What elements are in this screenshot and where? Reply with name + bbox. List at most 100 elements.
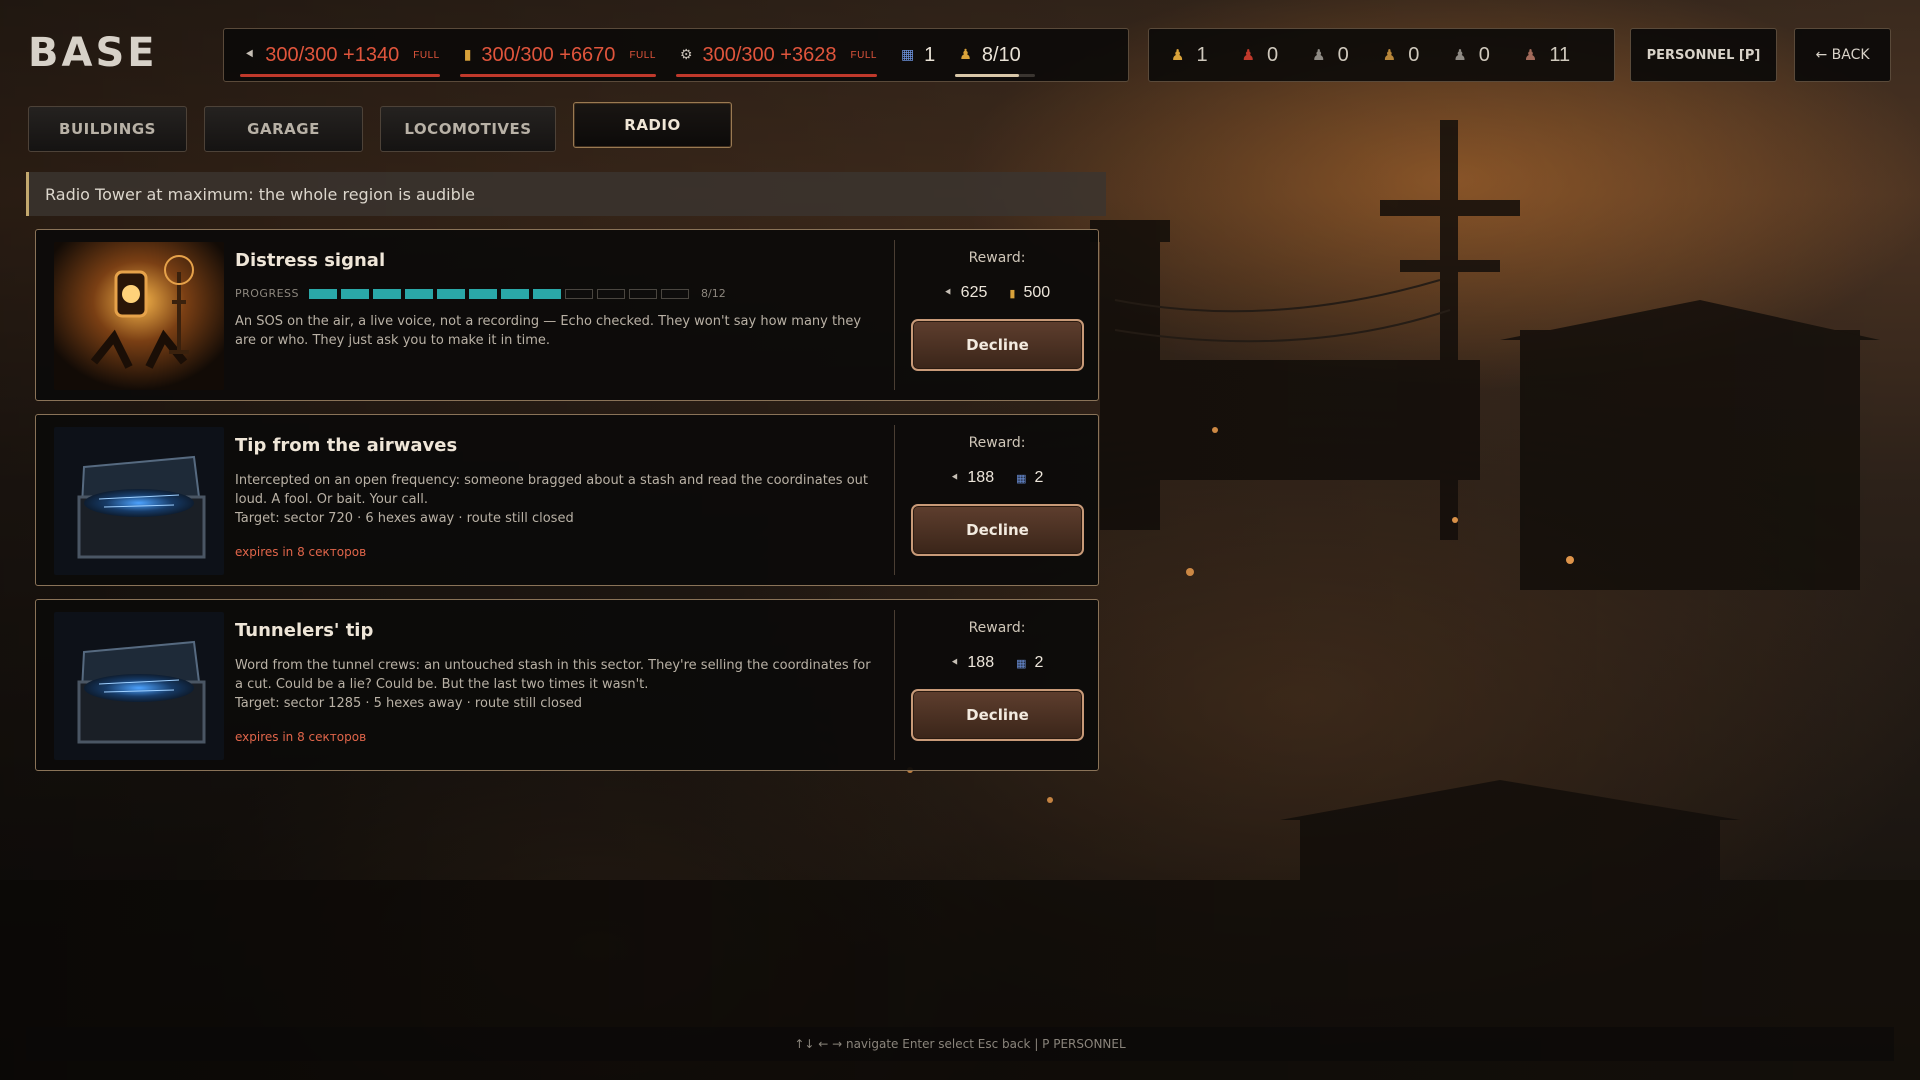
page-title: BASE	[28, 30, 158, 76]
tab-radio[interactable]: RADIO	[573, 102, 732, 148]
progress-segment	[469, 288, 498, 299]
progress-segment	[501, 288, 530, 299]
tab-locomotives[interactable]: LOCOMOTIVES	[380, 106, 556, 152]
decline-button[interactable]: Decline	[911, 319, 1084, 371]
reward-amount: 2	[1034, 654, 1044, 671]
crew-worker: ♟ 1	[1171, 44, 1208, 67]
fuel-icon: ▮	[463, 47, 472, 63]
reward-amount: 188	[967, 654, 995, 671]
progress-segment	[405, 288, 434, 299]
progress-count: 8/12	[701, 287, 726, 300]
mission-card-distress-signal[interactable]: Distress signal PROGRESS 8/12 An SOS on …	[35, 229, 1099, 401]
reward-label: Reward:	[968, 250, 1026, 266]
progress-segment	[629, 288, 658, 299]
mission-card-tunnelers-tip[interactable]: Tunnelers' tip Word from the tunnel crew…	[35, 599, 1099, 771]
reward-values: ⯇ 188 ▦ 2	[894, 654, 1100, 672]
progress-segment	[437, 288, 466, 299]
scrap-icon: ⯇	[244, 47, 256, 63]
mission-card-tip-from-airwaves[interactable]: Tip from the airwaves Intercepted on an …	[35, 414, 1099, 586]
resource-value: 8/10	[981, 43, 1021, 66]
progress-segments	[309, 288, 693, 299]
reward-values: ⯇ 625 ▮ 500	[894, 284, 1100, 302]
full-badge: FULL	[413, 49, 440, 61]
mission-expiry: expires in 8 секторов	[235, 730, 367, 744]
capacity-bar	[459, 74, 656, 77]
resource-parts: ⚙ 300/300 +3628 FULL	[675, 29, 877, 81]
tab-garage[interactable]: GARAGE	[204, 106, 363, 152]
map-icon: ▦	[1016, 657, 1027, 670]
crew-count: 0	[1478, 43, 1490, 66]
personnel-button[interactable]: PERSONNEL [P]	[1630, 28, 1777, 82]
treasure-chest-map-icon	[54, 427, 224, 575]
controls-hint-bar: ↑↓ ← → navigate Enter select Esc back | …	[26, 1027, 1894, 1061]
reward-values: ⯇ 188 ▦ 2	[894, 469, 1100, 487]
resource-scrap: ⯇ 300/300 +1340 FULL	[240, 29, 440, 81]
resource-population: ♟ 8/10	[955, 29, 1036, 81]
resource-value: 1	[924, 43, 936, 66]
mission-title: Distress signal	[235, 250, 386, 271]
crew-count: 0	[1337, 43, 1349, 66]
mission-target: Target: sector 1285 · 5 hexes away · rou…	[235, 696, 582, 711]
progress-segment	[341, 288, 370, 299]
gear-parts-icon: ⚙	[679, 47, 693, 63]
treasure-chest-map-icon	[54, 612, 224, 760]
mission-progress: PROGRESS 8/12	[235, 287, 726, 300]
progress-segment	[373, 288, 402, 299]
crew-count: 0	[1408, 43, 1420, 66]
progress-segment	[597, 288, 626, 299]
crew-soldier: ♟ 0	[1242, 44, 1279, 67]
reward-amount: 188	[967, 469, 995, 486]
tab-buildings[interactable]: BUILDINGS	[28, 106, 187, 152]
crew-medic: ♟ 0	[1453, 44, 1490, 67]
reward-label: Reward:	[968, 620, 1026, 636]
resource-maps: ▦ 1	[901, 29, 935, 81]
progress-label: PROGRESS	[235, 287, 300, 300]
scout-icon: ♟	[1382, 46, 1397, 64]
progress-segment	[661, 288, 690, 299]
reward-amount: 500	[1023, 284, 1051, 301]
full-badge: FULL	[629, 49, 656, 61]
crew-engineer: ♟ 0	[1312, 44, 1349, 67]
crew-civilian: ♟ 11	[1524, 44, 1570, 67]
resource-value: 300/300 +6670	[481, 43, 616, 66]
progress-segment	[309, 288, 338, 299]
mission-description: Intercepted on an open frequency: someon…	[235, 473, 868, 507]
back-button[interactable]: ← BACK	[1794, 28, 1891, 82]
engineer-icon: ♟	[1312, 46, 1326, 64]
scrap-icon: ⯇	[943, 286, 953, 299]
mission-title: Tunnelers' tip	[235, 620, 374, 641]
map-icon: ▦	[900, 47, 915, 63]
crew-scout: ♟ 0	[1383, 44, 1420, 67]
lantern-radio-tower-icon	[54, 242, 224, 390]
fuel-icon: ▮	[1009, 287, 1016, 300]
capacity-bar	[240, 74, 440, 77]
map-icon: ▦	[1016, 472, 1027, 485]
decline-button[interactable]: Decline	[911, 504, 1084, 556]
mission-target: Target: sector 720 · 6 hexes away · rout…	[235, 511, 574, 526]
civilian-icon: ♟	[1523, 46, 1538, 64]
crew-bar: ♟ 1 ♟ 0 ♟ 0 ♟ 0 ♟ 0 ♟ 11	[1148, 28, 1615, 82]
mission-title: Tip from the airwaves	[235, 435, 458, 456]
scrap-icon: ⯇	[950, 656, 960, 669]
reward-amount: 625	[960, 284, 988, 301]
progress-segment	[565, 288, 594, 299]
resource-value: 300/300 +1340	[265, 43, 400, 66]
capacity-bar	[675, 74, 877, 77]
decline-button[interactable]: Decline	[911, 689, 1084, 741]
reward-label: Reward:	[968, 435, 1026, 451]
resource-bar: ⯇ 300/300 +1340 FULL ▮ 300/300 +6670 FUL…	[223, 28, 1129, 82]
radio-status-banner: Radio Tower at maximum: the whole region…	[26, 172, 1106, 216]
worker-icon: ♟	[1171, 46, 1185, 64]
population-icon: ♟	[959, 47, 972, 63]
mission-description: An SOS on the air, a live voice, not a r…	[235, 314, 862, 348]
crew-count: 0	[1267, 43, 1279, 66]
medic-icon: ♟	[1453, 46, 1467, 64]
crew-count: 1	[1196, 43, 1208, 66]
progress-segment	[533, 288, 562, 299]
population-bar	[955, 74, 1036, 77]
resource-fuel: ▮ 300/300 +6670 FULL	[459, 29, 656, 81]
crew-count: 11	[1549, 43, 1571, 66]
full-badge: FULL	[850, 49, 877, 61]
scrap-icon: ⯇	[950, 471, 960, 484]
mission-description: Word from the tunnel crews: an untouched…	[235, 658, 871, 692]
